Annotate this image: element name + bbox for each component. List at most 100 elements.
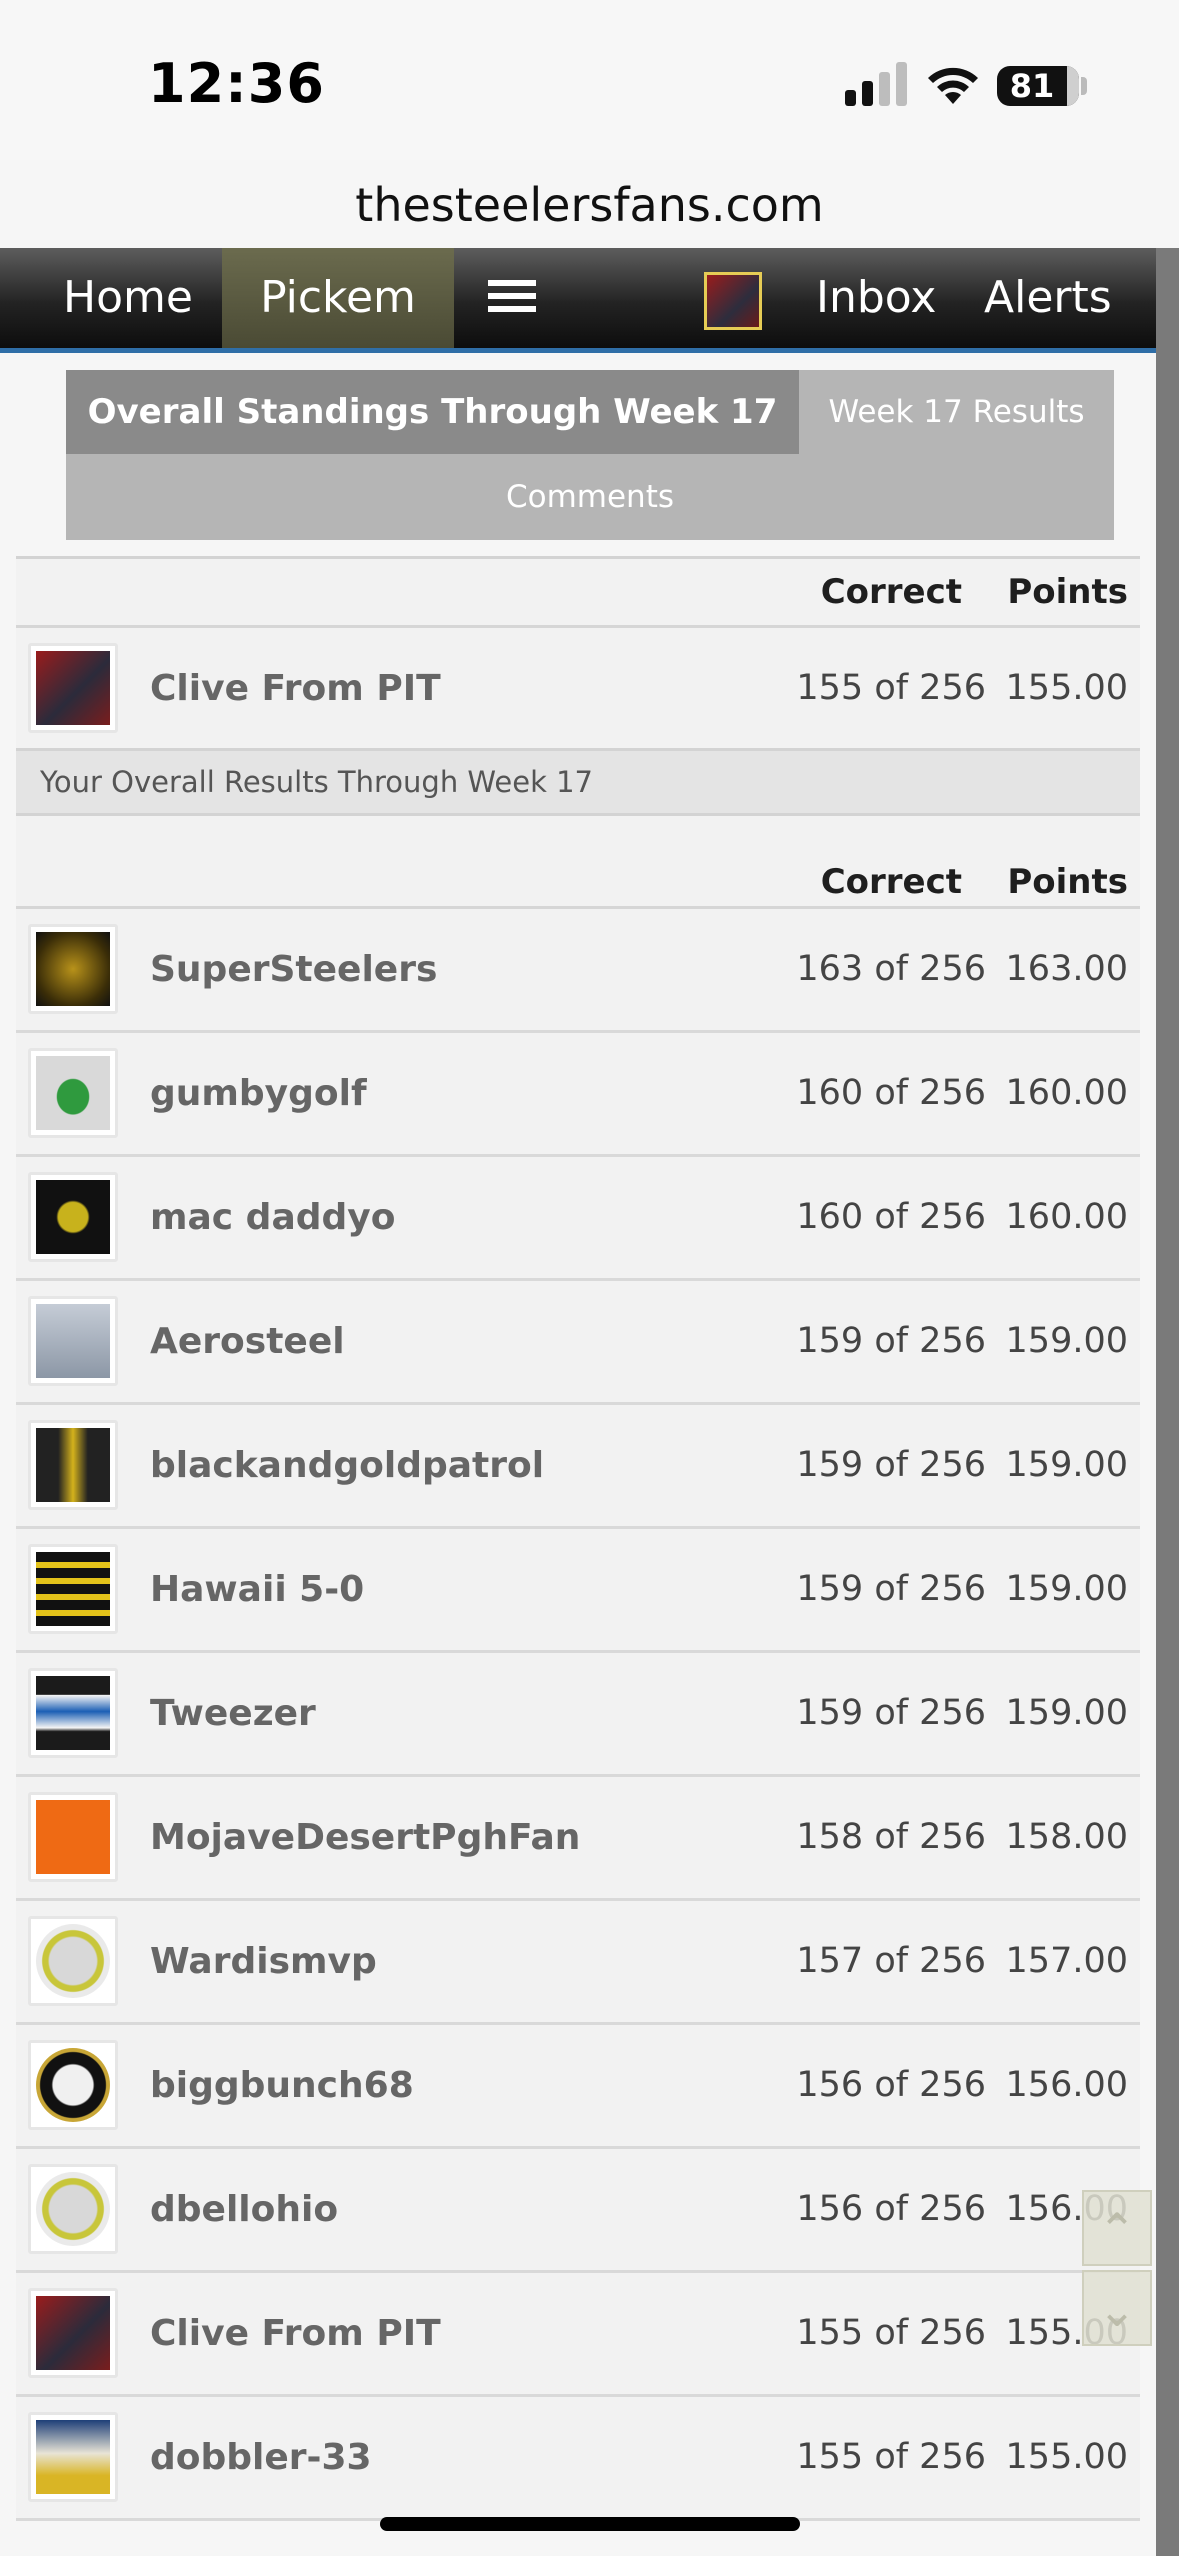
table-row[interactable]: Wardismvp 157 of 256 157.00 (16, 1901, 1140, 2025)
chevron-down-icon: ⌄ (1097, 2283, 1137, 2337)
home-indicator (380, 2517, 800, 2531)
address-bar-url[interactable]: thesteelersfans.com (0, 178, 1179, 232)
avatar[interactable] (28, 1420, 118, 1510)
table-header: Correct Points (16, 816, 1140, 909)
points-value: 156.00 (1005, 2065, 1128, 2105)
nav-home[interactable]: Home (63, 248, 193, 348)
correct-count: 156 of 256 (796, 2065, 986, 2105)
points-value: 159.00 (1005, 1321, 1128, 1361)
correct-count: 159 of 256 (796, 1693, 986, 1733)
player-name[interactable]: MojaveDesertPghFan (150, 1777, 580, 1898)
player-name[interactable]: dobbler-33 (150, 2397, 372, 2518)
correct-count: 159 of 256 (796, 1445, 986, 1485)
avatar[interactable] (28, 2164, 118, 2254)
page-scrollbar[interactable] (1156, 248, 1179, 2556)
points-value: 158.00 (1005, 1817, 1128, 1857)
correct-count: 160 of 256 (796, 1073, 986, 1113)
avatar[interactable] (28, 2040, 118, 2130)
avatar[interactable] (28, 1544, 118, 1634)
points-value: 160.00 (1005, 1197, 1128, 1237)
points-value: 163.00 (1005, 949, 1128, 989)
table-row[interactable]: dobbler-33 155 of 256 155.00 (16, 2397, 1140, 2521)
correct-count: 156 of 256 (796, 2189, 986, 2229)
avatar[interactable] (28, 2412, 118, 2502)
table-row[interactable]: MojaveDesertPghFan 158 of 256 158.00 (16, 1777, 1140, 1901)
correct-count: 159 of 256 (796, 1569, 986, 1609)
avatar[interactable] (28, 1792, 118, 1882)
table-row[interactable]: biggbunch68 156 of 256 156.00 (16, 2025, 1140, 2149)
wifi-icon (928, 67, 978, 104)
table-row[interactable]: Tweezer 159 of 256 159.00 (16, 1653, 1140, 1777)
chevron-up-icon: ⌃ (1097, 2203, 1137, 2257)
standings-table: Correct Points SuperSteelers 163 of 256 … (16, 813, 1140, 2521)
battery-icon: 81 (997, 66, 1079, 106)
player-name[interactable]: blackandgoldpatrol (150, 1405, 544, 1526)
player-name[interactable]: SuperSteelers (150, 909, 437, 1030)
player-name[interactable]: mac daddyo (150, 1157, 395, 1278)
ios-status-bar: 12:36 81 thesteelersfans.com (0, 0, 1179, 232)
correct-count: 157 of 256 (796, 1941, 986, 1981)
avatar[interactable] (28, 1916, 118, 2006)
table-header: Correct Points (16, 559, 1140, 628)
user-avatar[interactable] (704, 272, 762, 330)
player-name[interactable]: Wardismvp (150, 1901, 377, 2022)
table-row[interactable]: gumbygolf 160 of 256 160.00 (16, 1033, 1140, 1157)
column-correct: Correct (820, 572, 962, 612)
table-row[interactable]: Aerosteel 159 of 256 159.00 (16, 1281, 1140, 1405)
points-value: 157.00 (1005, 1941, 1128, 1981)
cellular-signal-icon (845, 62, 907, 106)
points-value: 160.00 (1005, 1073, 1128, 1113)
tab-comments[interactable]: Comments (66, 454, 1114, 540)
hamburger-menu-icon[interactable] (488, 280, 536, 316)
overall-results-label: Your Overall Results Through Week 17 (16, 748, 1140, 813)
player-name[interactable]: gumbygolf (150, 1033, 367, 1154)
avatar[interactable] (28, 1172, 118, 1262)
table-row[interactable]: Hawaii 5-0 159 of 256 159.00 (16, 1529, 1140, 1653)
correct-count: 158 of 256 (796, 1817, 986, 1857)
column-points: Points (1007, 572, 1128, 612)
points-value: 155.00 (1005, 668, 1128, 708)
site-navbar: Home Pickem Inbox Alerts (0, 248, 1156, 353)
table-row[interactable]: SuperSteelers 163 of 256 163.00 (16, 909, 1140, 1033)
player-name[interactable]: Hawaii 5-0 (150, 1529, 364, 1650)
points-value: 159.00 (1005, 1569, 1128, 1609)
standings-tabs: Overall Standings Through Week 17 Week 1… (66, 370, 1114, 540)
table-row[interactable]: dbellohio 156 of 256 156.00 (16, 2149, 1140, 2273)
points-value: 159.00 (1005, 1445, 1128, 1485)
tab-overall-standings[interactable]: Overall Standings Through Week 17 (66, 370, 799, 454)
tab-week-results[interactable]: Week 17 Results (799, 370, 1114, 454)
correct-count: 155 of 256 (796, 668, 986, 708)
scroll-down-button[interactable]: ⌄ (1082, 2270, 1152, 2346)
correct-count: 155 of 256 (796, 2313, 986, 2353)
nav-alerts[interactable]: Alerts (984, 248, 1112, 348)
points-value: 159.00 (1005, 1693, 1128, 1733)
battery-tip (1081, 77, 1087, 95)
player-name[interactable]: biggbunch68 (150, 2025, 414, 2146)
correct-count: 163 of 256 (796, 949, 986, 989)
status-time: 12:36 (148, 52, 325, 115)
player-name[interactable]: Clive From PIT (150, 628, 441, 749)
avatar[interactable] (28, 1048, 118, 1138)
avatar[interactable] (28, 1296, 118, 1386)
table-row[interactable]: Clive From PIT 155 of 256 155.00 (16, 628, 1140, 752)
my-result-table: Correct Points Clive From PIT 155 of 256… (16, 556, 1140, 752)
battery-level: 81 (1009, 67, 1055, 105)
player-name[interactable]: Aerosteel (150, 1281, 345, 1402)
scroll-up-button[interactable]: ⌃ (1082, 2190, 1152, 2266)
table-row[interactable]: Clive From PIT 155 of 256 155.00 (16, 2273, 1140, 2397)
avatar[interactable] (28, 924, 118, 1014)
avatar[interactable] (28, 1668, 118, 1758)
nav-inbox[interactable]: Inbox (816, 248, 936, 348)
avatar[interactable] (28, 643, 118, 733)
avatar[interactable] (28, 2288, 118, 2378)
player-name[interactable]: Clive From PIT (150, 2273, 441, 2394)
correct-count: 159 of 256 (796, 1321, 986, 1361)
nav-pickem[interactable]: Pickem (222, 248, 454, 348)
table-row[interactable]: blackandgoldpatrol 159 of 256 159.00 (16, 1405, 1140, 1529)
correct-count: 155 of 256 (796, 2437, 986, 2477)
table-row[interactable]: mac daddyo 160 of 256 160.00 (16, 1157, 1140, 1281)
player-name[interactable]: Tweezer (150, 1653, 316, 1774)
correct-count: 160 of 256 (796, 1197, 986, 1237)
player-name[interactable]: dbellohio (150, 2149, 338, 2270)
points-value: 155.00 (1005, 2437, 1128, 2477)
